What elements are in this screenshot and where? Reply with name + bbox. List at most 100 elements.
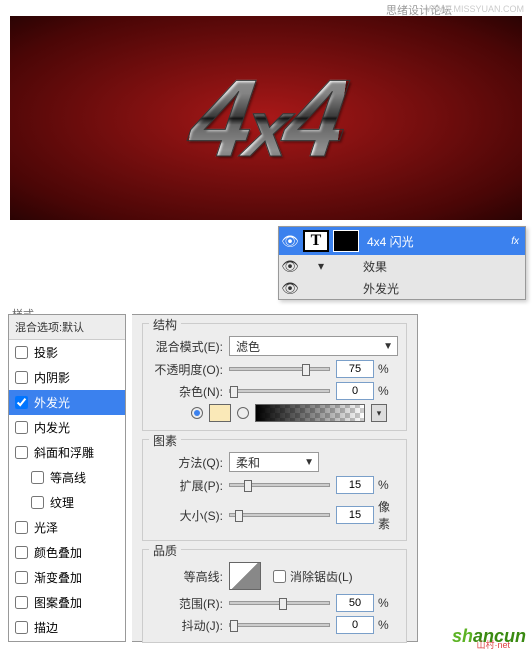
blend-mode-value: 滤色	[236, 338, 260, 355]
style-item-label: 光泽	[34, 519, 58, 536]
size-label: 大小(S):	[151, 507, 229, 524]
opacity-input[interactable]	[336, 360, 374, 378]
layer-thumbnail[interactable]: T	[303, 230, 329, 252]
style-item-label: 纹理	[50, 494, 74, 511]
forum-url: WWW.MISSYUAN.COM	[426, 4, 524, 14]
jitter-label: 抖动(J):	[151, 617, 229, 634]
opacity-label: 不透明度(O):	[151, 361, 229, 378]
visibility-eye-icon[interactable]: 👁	[281, 258, 299, 275]
size-input[interactable]	[336, 506, 374, 524]
effects-label: 效果	[341, 258, 387, 275]
style-item-label: 斜面和浮雕	[34, 444, 94, 461]
visibility-eye-icon[interactable]: 👁	[281, 233, 299, 250]
gradient-swatch[interactable]	[255, 404, 365, 422]
style-item-5[interactable]: 等高线	[9, 465, 125, 490]
layer-name[interactable]: 4x4 闪光	[361, 233, 511, 250]
style-checkbox[interactable]	[15, 571, 28, 584]
style-item-label: 内发光	[34, 419, 70, 436]
style-item-11[interactable]: 描边	[9, 615, 125, 640]
percent-unit: %	[374, 596, 398, 610]
noise-input[interactable]	[336, 382, 374, 400]
effect-outer-glow-label: 外发光	[341, 280, 399, 297]
structure-group: 结构 混合模式(E): 滤色 ▼ 不透明度(O): % 杂色(N): % ▾	[142, 323, 407, 431]
style-item-4[interactable]: 斜面和浮雕	[9, 440, 125, 465]
style-item-1[interactable]: 内阴影	[9, 365, 125, 390]
layer-styles-list: 混合选项:默认 投影内阴影外发光内发光斜面和浮雕等高线纹理光泽颜色叠加渐变叠加图…	[8, 314, 126, 642]
preview-image: 4x4	[10, 16, 522, 220]
style-item-3[interactable]: 内发光	[9, 415, 125, 440]
layer-row-text[interactable]: 👁 T 4x4 闪光 fx	[279, 227, 525, 255]
style-item-label: 等高线	[50, 469, 86, 486]
style-checkbox[interactable]	[15, 596, 28, 609]
jitter-input[interactable]	[336, 616, 374, 634]
gradient-dropdown-icon[interactable]: ▾	[371, 404, 387, 422]
elements-title: 图素	[149, 432, 181, 449]
blend-options-header[interactable]: 混合选项:默认	[9, 315, 125, 340]
percent-unit: %	[374, 618, 398, 632]
dropdown-arrow-icon: ▼	[383, 341, 393, 352]
noise-label: 杂色(N):	[151, 383, 229, 400]
range-label: 范围(R):	[151, 595, 229, 612]
text-layer-icon: T	[311, 232, 322, 250]
style-checkbox[interactable]	[15, 621, 28, 634]
contour-picker[interactable]	[229, 562, 261, 590]
spread-slider[interactable]	[229, 483, 330, 487]
style-item-2[interactable]: 外发光	[9, 390, 125, 415]
style-checkbox[interactable]	[15, 521, 28, 534]
style-item-6[interactable]: 纹理	[9, 490, 125, 515]
technique-label: 方法(Q):	[151, 454, 229, 471]
style-item-label: 渐变叠加	[34, 569, 82, 586]
quality-group: 品质 等高线: 消除锯齿(L) 范围(R): % 抖动(J): %	[142, 549, 407, 643]
style-checkbox[interactable]	[15, 546, 28, 559]
style-item-label: 投影	[34, 344, 58, 361]
blend-mode-label: 混合模式(E):	[151, 338, 229, 355]
spread-input[interactable]	[336, 476, 374, 494]
style-item-0[interactable]: 投影	[9, 340, 125, 365]
visibility-eye-icon[interactable]: 👁	[281, 280, 299, 297]
style-checkbox[interactable]	[31, 496, 44, 509]
style-item-label: 图案叠加	[34, 594, 82, 611]
style-checkbox[interactable]	[31, 471, 44, 484]
layer-mask-thumbnail[interactable]	[333, 230, 359, 252]
style-item-label: 颜色叠加	[34, 544, 82, 561]
antialias-checkbox[interactable]	[273, 570, 286, 583]
effects-toggle-icon[interactable]: ▾	[301, 259, 341, 273]
opacity-slider[interactable]	[229, 367, 330, 371]
pixel-unit: 像素	[374, 498, 398, 532]
quality-title: 品质	[149, 542, 181, 559]
style-checkbox[interactable]	[15, 396, 28, 409]
elements-group: 图素 方法(Q): 柔和 ▼ 扩展(P): % 大小(S): 像素	[142, 439, 407, 541]
style-item-7[interactable]: 光泽	[9, 515, 125, 540]
range-input[interactable]	[336, 594, 374, 612]
effects-row[interactable]: 👁 ▾ 效果	[279, 255, 525, 277]
percent-unit: %	[374, 362, 398, 376]
size-slider[interactable]	[229, 513, 330, 517]
gradient-radio[interactable]	[237, 407, 249, 419]
style-checkbox[interactable]	[15, 346, 28, 359]
layers-panel: 👁 T 4x4 闪光 fx 👁 ▾ 效果 👁 外发光	[278, 226, 526, 300]
solid-color-radio[interactable]	[191, 407, 203, 419]
spread-label: 扩展(P):	[151, 477, 229, 494]
technique-value: 柔和	[236, 454, 260, 471]
noise-slider[interactable]	[229, 389, 330, 393]
watermark-sub: 山村·net	[476, 638, 510, 651]
style-item-10[interactable]: 图案叠加	[9, 590, 125, 615]
logo-4x4: 4x4	[183, 55, 350, 182]
percent-unit: %	[374, 478, 398, 492]
range-slider[interactable]	[229, 601, 330, 605]
percent-unit: %	[374, 384, 398, 398]
technique-select[interactable]: 柔和 ▼	[229, 452, 319, 472]
style-checkbox[interactable]	[15, 421, 28, 434]
style-item-label: 描边	[34, 619, 58, 636]
blend-mode-select[interactable]: 滤色 ▼	[229, 336, 398, 356]
style-item-8[interactable]: 颜色叠加	[9, 540, 125, 565]
jitter-slider[interactable]	[229, 623, 330, 627]
color-swatch[interactable]	[209, 404, 231, 422]
structure-title: 结构	[149, 316, 181, 333]
style-item-9[interactable]: 渐变叠加	[9, 565, 125, 590]
style-checkbox[interactable]	[15, 446, 28, 459]
style-item-label: 内阴影	[34, 369, 70, 386]
layer-fx-badge[interactable]: fx	[511, 236, 525, 247]
effect-outer-glow-row[interactable]: 👁 外发光	[279, 277, 525, 299]
style-checkbox[interactable]	[15, 371, 28, 384]
